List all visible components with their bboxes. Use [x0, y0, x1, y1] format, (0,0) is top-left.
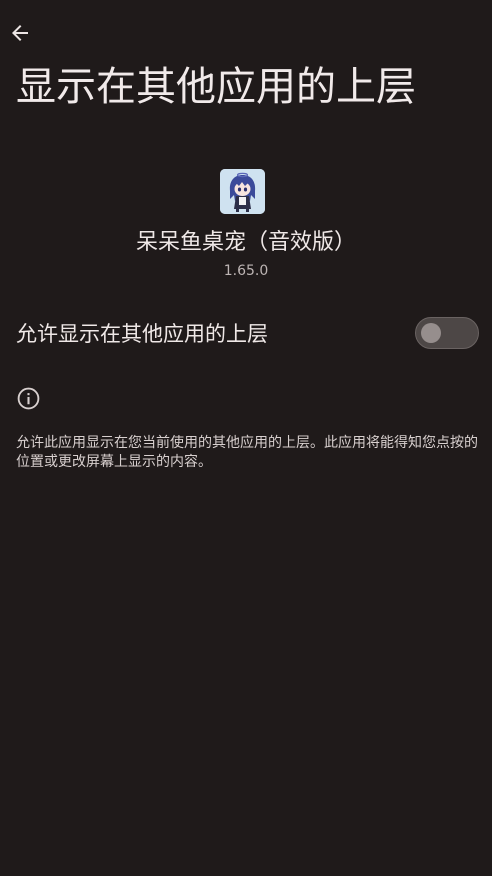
page-title: 显示在其他应用的上层	[16, 64, 416, 110]
permission-toggle-row[interactable]: 允许显示在其他应用的上层	[0, 308, 492, 360]
app-name: 呆呆鱼桌宠（音效版）	[135, 230, 356, 255]
permission-label: 允许显示在其他应用的上层	[16, 322, 268, 346]
switch-thumb	[421, 323, 441, 343]
permission-switch[interactable]	[415, 317, 479, 349]
app-character-icon	[220, 169, 265, 214]
permission-description: 允许此应用显示在您当前使用的其他应用的上层。此应用将能得知您点按的位置或更改屏幕…	[16, 435, 478, 470]
info-icon	[17, 387, 40, 410]
app-icon	[220, 169, 265, 214]
back-button[interactable]	[4, 17, 36, 49]
app-version: 1.65.0	[223, 263, 269, 279]
arrow-left-icon	[12, 25, 28, 41]
